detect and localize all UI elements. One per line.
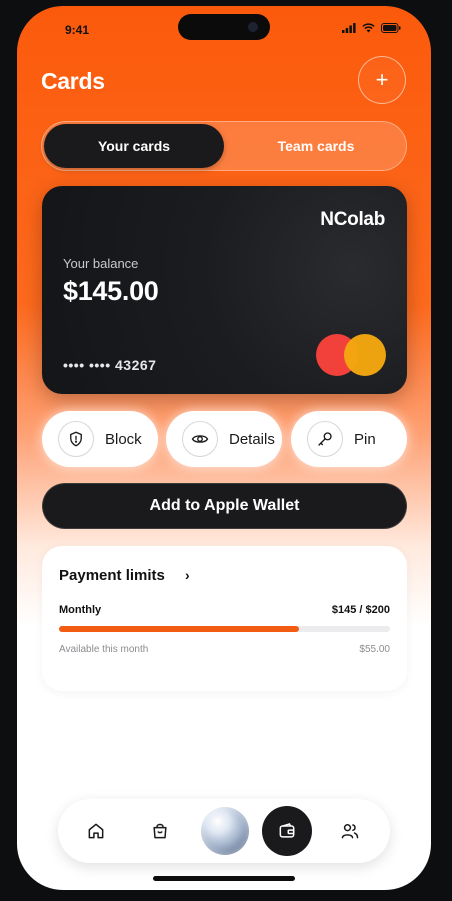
eye-icon <box>182 421 218 457</box>
nav-home[interactable] <box>76 811 116 851</box>
payment-card[interactable]: NColab Your balance $145.00 •••• •••• 43… <box>42 186 407 394</box>
bag-icon <box>153 823 167 839</box>
phone-screen: 9:41 Cards + Your cards Team cards NCola… <box>17 6 431 890</box>
page-title: Cards <box>41 68 105 94</box>
status-time: 9:41 <box>65 23 90 37</box>
available-label: Available this month <box>59 644 149 655</box>
limit-amount: $145 / $200 <box>331 604 390 616</box>
payment-limits-card[interactable]: Payment limits › Monthly $145 / $200 Ava… <box>42 546 407 691</box>
limit-progress-fill <box>59 626 299 632</box>
nav-team[interactable] <box>330 811 370 851</box>
wallet-icon <box>279 823 295 838</box>
tab-team-cards[interactable]: Team cards <box>228 124 404 168</box>
details-label: Details <box>229 430 275 448</box>
pin-label: Pin <box>354 430 376 448</box>
home-icon <box>88 823 104 839</box>
payment-limits-title: Payment limits <box>59 567 165 584</box>
add-to-apple-wallet-button[interactable]: Add to Apple Wallet <box>42 483 407 529</box>
block-label: Block <box>105 430 142 448</box>
bottom-tab-bar <box>58 799 390 863</box>
dynamic-island <box>178 14 270 40</box>
nav-wallet[interactable] <box>262 806 312 856</box>
limit-period: Monthly <box>59 604 102 616</box>
cards-segmented-control: Your cards Team cards <box>41 121 407 171</box>
limit-progress-track <box>59 626 390 632</box>
shield-alert-icon <box>58 421 94 457</box>
details-button[interactable]: Details <box>166 411 282 467</box>
mastercard-logo-icon <box>316 334 386 376</box>
available-value: $55.00 <box>359 644 390 655</box>
camera-icon <box>248 22 258 32</box>
block-button[interactable]: Block <box>42 411 158 467</box>
add-card-button[interactable]: + <box>358 56 406 104</box>
chevron-right-icon: › <box>185 567 190 583</box>
battery-icon <box>381 23 401 33</box>
key-icon <box>307 421 343 457</box>
people-icon <box>341 824 359 839</box>
home-indicator <box>153 876 295 881</box>
tab-your-cards[interactable]: Your cards <box>44 124 224 168</box>
balance-value: $145.00 <box>63 276 159 306</box>
balance-label: Your balance <box>63 256 139 271</box>
card-brand: NColab <box>320 209 385 230</box>
status-icons <box>342 23 401 33</box>
pin-button[interactable]: Pin <box>291 411 407 467</box>
card-number: •••• •••• 43267 <box>63 357 157 373</box>
wifi-icon <box>362 23 375 33</box>
nav-shop[interactable] <box>140 811 180 851</box>
signal-icon <box>342 23 356 33</box>
assistant-orb-button[interactable] <box>201 807 249 855</box>
